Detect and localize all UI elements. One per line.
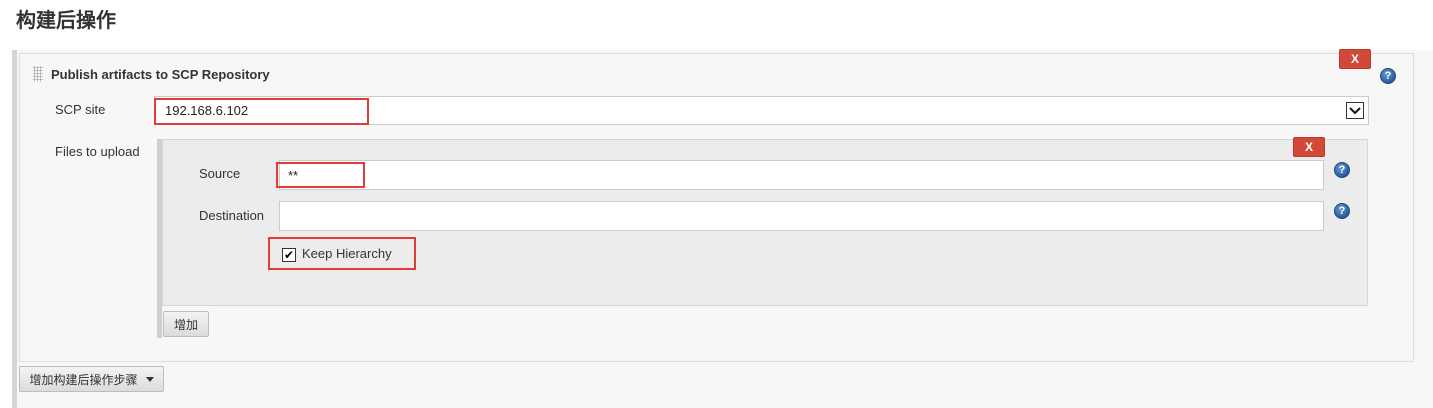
source-help-icon[interactable]: ? — [1334, 162, 1350, 178]
destination-help-icon[interactable]: ? — [1334, 203, 1350, 219]
drag-handle-icon[interactable] — [33, 66, 43, 82]
caret-down-icon — [145, 376, 154, 382]
destination-input[interactable] — [279, 201, 1324, 231]
keep-hierarchy-label[interactable]: Keep Hierarchy — [302, 246, 392, 261]
source-input[interactable] — [279, 160, 1324, 190]
files-to-upload-label: Files to upload — [55, 144, 140, 159]
chevron-down-icon[interactable] — [1346, 102, 1364, 119]
destination-label: Destination — [199, 208, 265, 223]
scp-site-value: 192.168.6.102 — [165, 103, 249, 118]
keep-hierarchy-checkbox[interactable]: ✔ — [282, 248, 296, 262]
scp-site-select[interactable]: 192.168.6.102 — [154, 96, 1369, 125]
add-post-build-step-label: 增加构建后操作步骤 — [29, 372, 138, 387]
delete-section-button[interactable]: X — [1339, 49, 1371, 69]
add-file-button[interactable]: 增加 — [163, 311, 209, 337]
section-title: Publish artifacts to SCP Repository — [51, 67, 270, 82]
delete-file-entry-button[interactable]: X — [1293, 137, 1325, 157]
section-help-icon[interactable]: ? — [1380, 68, 1396, 84]
page-title: 构建后操作 — [16, 8, 116, 32]
scp-site-label: SCP site — [55, 102, 106, 117]
add-post-build-step-button[interactable]: 增加构建后操作步骤 — [19, 366, 164, 392]
source-label: Source — [199, 166, 241, 181]
